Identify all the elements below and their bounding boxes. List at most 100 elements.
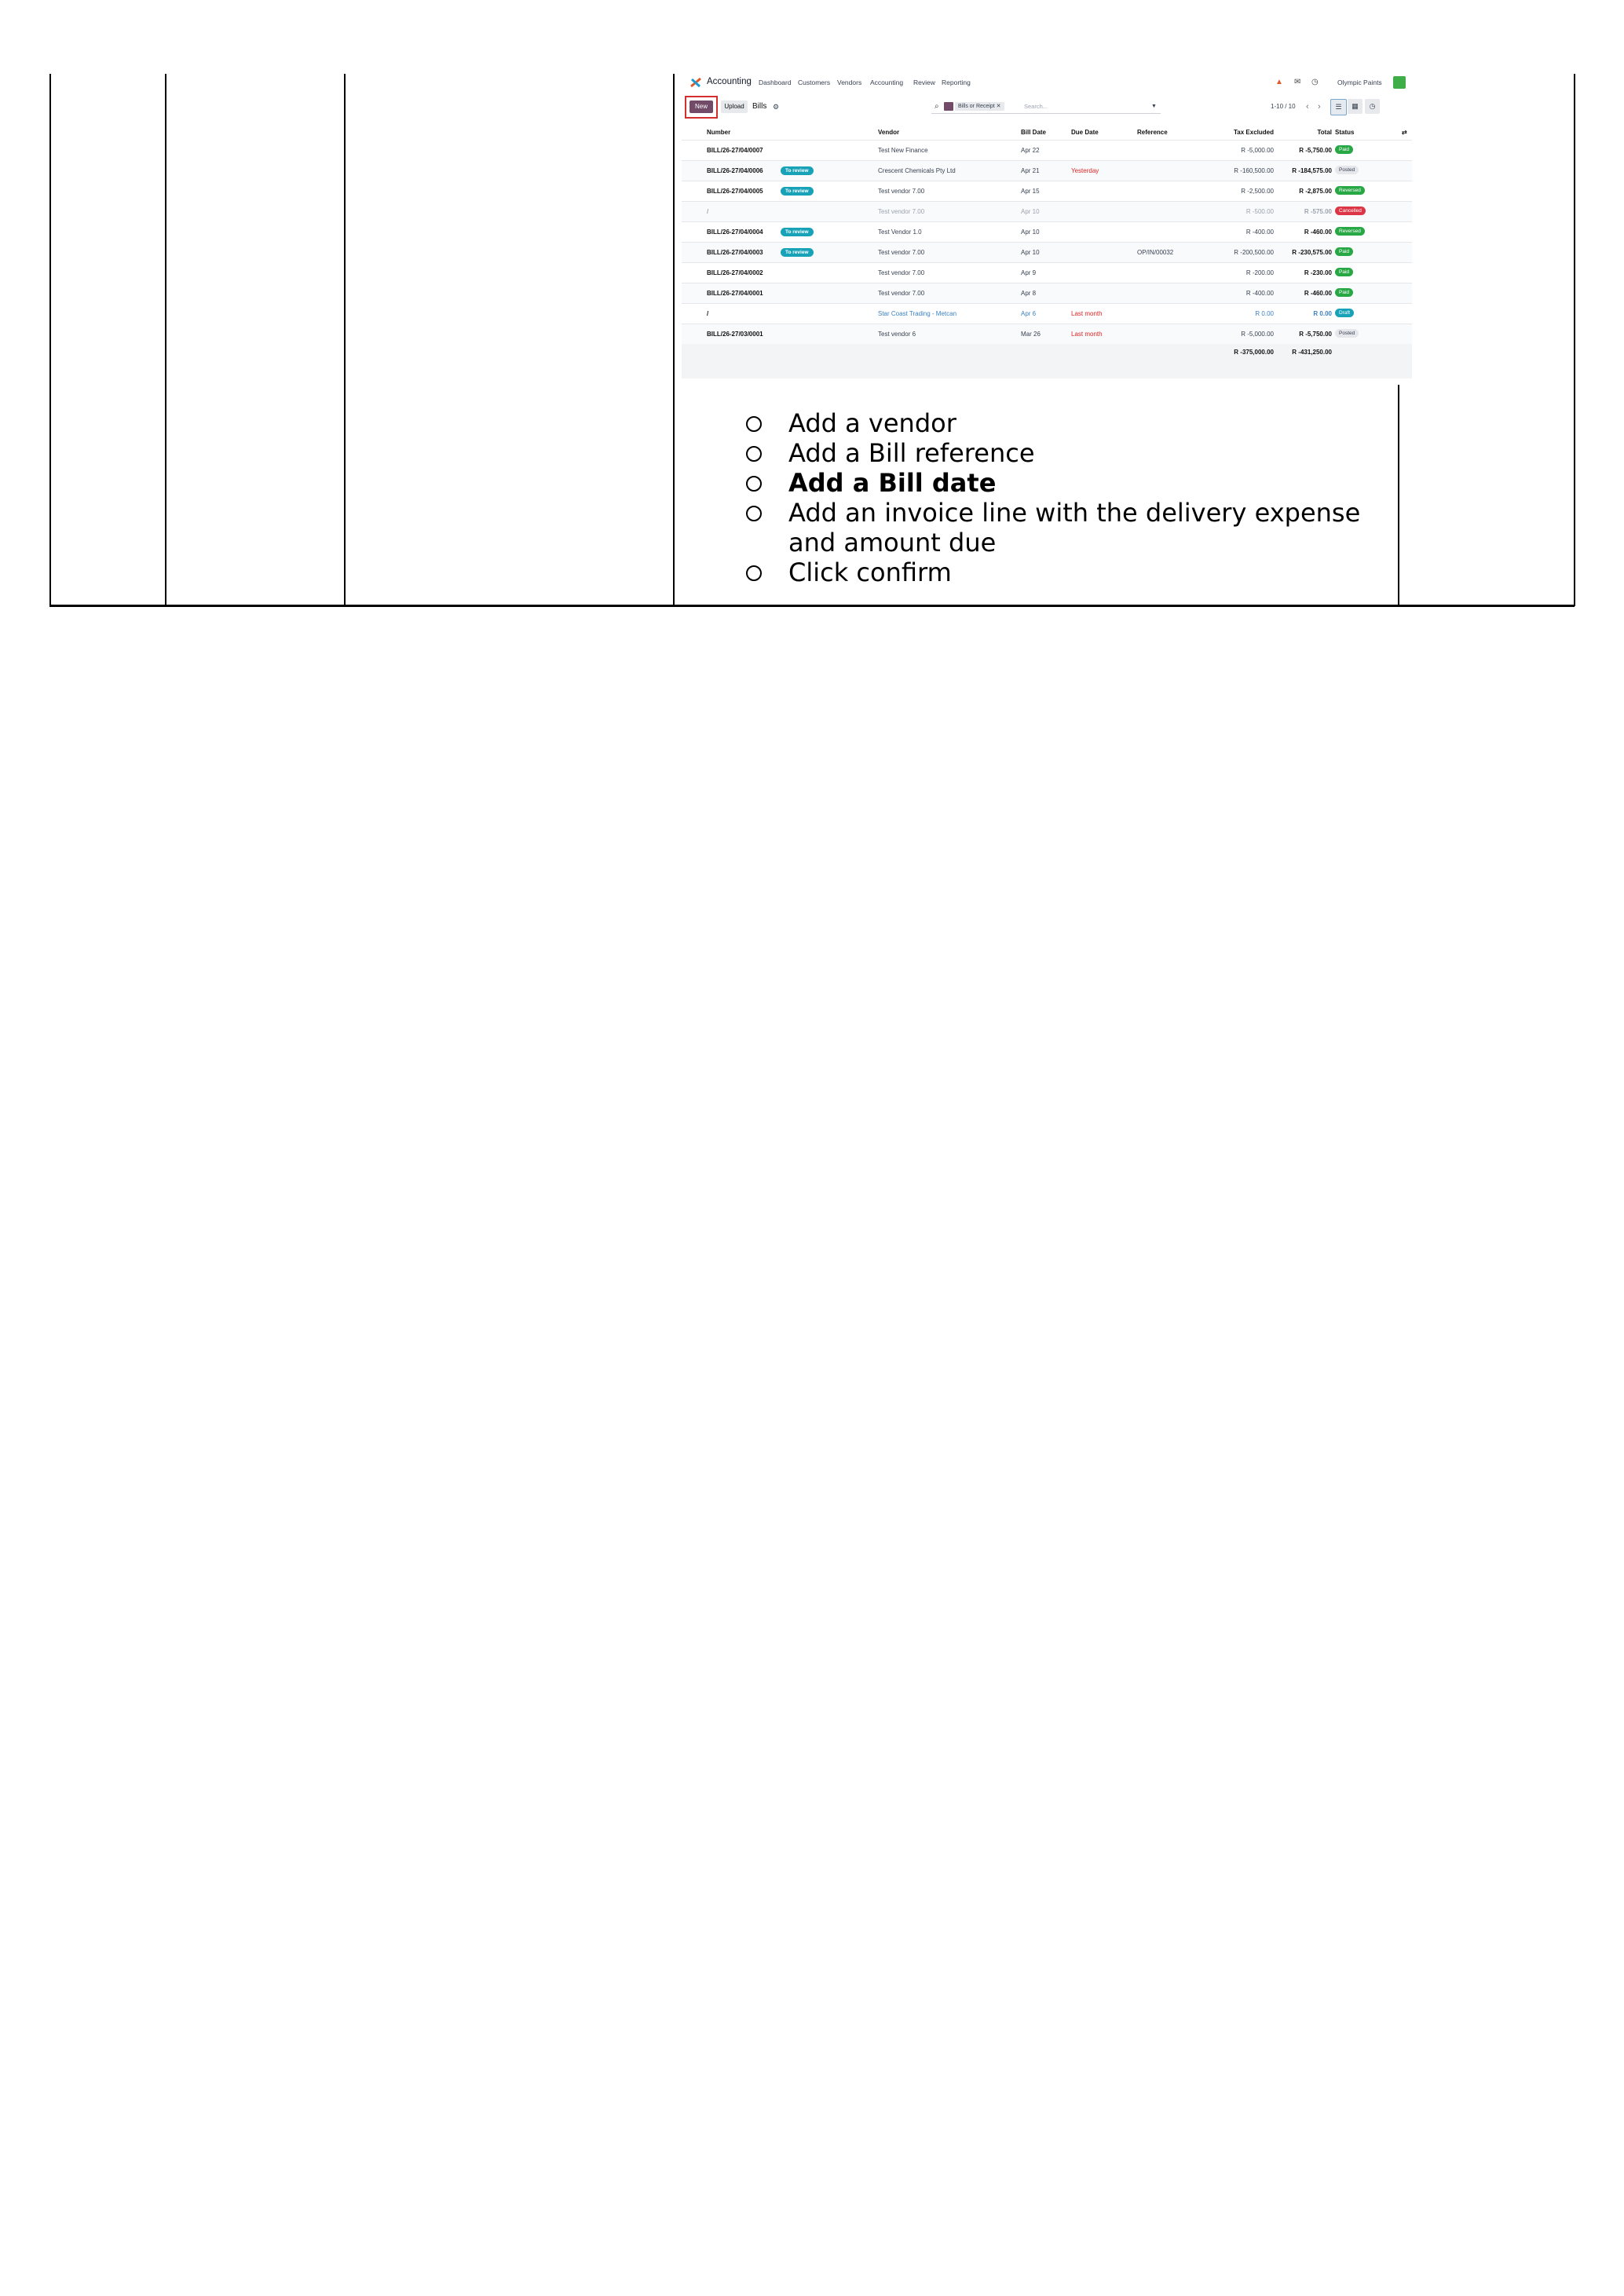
to-review-badge: To review [781, 166, 814, 175]
col-bill-date[interactable]: Bill Date [1021, 129, 1046, 136]
menu-accounting[interactable]: Accounting [870, 79, 903, 86]
table-border-bottom [49, 605, 1575, 607]
total: R -184,575.00 [1292, 167, 1332, 174]
reference: OP/IN/00032 [1137, 249, 1174, 256]
top-navbar: Accounting Dashboard Customers Vendors A… [682, 74, 1412, 91]
total: R -230,575.00 [1292, 249, 1332, 256]
due-date: Last month [1071, 310, 1103, 317]
menu-review[interactable]: Review [913, 79, 935, 86]
table-row[interactable]: BILL/26-27/04/0003 To review Test vendor 7… [682, 242, 1412, 263]
col-number[interactable]: Number [707, 129, 730, 136]
due-date: Last month [1071, 331, 1103, 338]
table-border-right [1574, 74, 1575, 606]
bill-number: BILL/26-27/03/0001 [707, 331, 763, 338]
tax-excluded: R -160,500.00 [1234, 167, 1274, 174]
activity-clock-icon[interactable]: ◷ [1311, 78, 1319, 86]
table-row[interactable]: BILL/26-27/04/0002 Test vendor 7.00 Apr 9 R… [682, 262, 1412, 283]
search-input[interactable]: Search... [1024, 100, 1048, 113]
col-tax-excluded[interactable]: Tax Excluded [1234, 129, 1274, 136]
total: R -575.00 [1304, 208, 1332, 215]
total: R -2,875.00 [1299, 188, 1332, 195]
tax-excluded: R -5,000.00 [1241, 331, 1274, 338]
total: R -5,750.00 [1299, 331, 1332, 338]
upload-button[interactable]: Upload [721, 101, 748, 113]
bill-date: Apr 10 [1021, 208, 1040, 215]
control-panel: New Upload Bills ⚙ ⌕ Bills or Receipt ✕ … [682, 94, 1412, 119]
table-row[interactable]: BILL/26-27/04/0007 Test New Finance Apr 22… [682, 140, 1412, 161]
table-row[interactable]: BILL/26-27/04/0006 To review Crescent Chem… [682, 160, 1412, 181]
bill-number: BILL/26-27/04/0001 [707, 290, 763, 297]
bill-number: BILL/26-27/04/0006 To review [707, 166, 814, 175]
col-status[interactable]: Status [1335, 129, 1354, 136]
menu-customers[interactable]: Customers [798, 79, 830, 86]
table-row[interactable]: / Test vendor 7.00 Apr 10 R -500.00 R -575.0… [682, 201, 1412, 222]
activity-view-button[interactable]: ◷ [1365, 99, 1380, 114]
step-text: Add a Bill date [788, 468, 997, 498]
bill-date: Apr 22 [1021, 147, 1040, 154]
kanban-view-button[interactable]: ▦ [1348, 99, 1362, 114]
menu-reporting[interactable]: Reporting [942, 79, 971, 86]
table-row[interactable]: BILL/26-27/04/0001 Test vendor 7.00 Apr 8 R… [682, 283, 1412, 304]
messages-icon[interactable]: ✉ [1294, 78, 1300, 86]
avatar[interactable] [1393, 76, 1406, 89]
column-settings-icon[interactable]: ⇄ [1402, 129, 1407, 136]
search-facet[interactable]: Bills or Receipt ✕ [955, 102, 1004, 111]
bill-date: Apr 21 [1021, 167, 1040, 174]
step-text: Add a Bill reference [788, 438, 1035, 468]
total-total: R -431,250.00 [1292, 349, 1332, 356]
status-badge: Posted [1335, 329, 1359, 338]
status-badge: Paid [1335, 247, 1354, 256]
status-badge: Posted [1335, 166, 1359, 174]
tax-excluded: R -2,500.00 [1241, 188, 1274, 195]
bill-number: BILL/26-27/04/0002 [707, 269, 763, 276]
to-review-badge: To review [781, 187, 814, 196]
search-bar[interactable]: ⌕ Bills or Receipt ✕ Search... ▼ [931, 100, 1161, 114]
app-name[interactable]: Accounting [707, 77, 752, 86]
company-name[interactable]: Olympic Paints [1337, 79, 1382, 86]
total: R -460.00 [1304, 290, 1332, 297]
total: R -230.00 [1304, 269, 1332, 276]
menu-dashboard[interactable]: Dashboard [759, 79, 792, 86]
pager-previous-icon[interactable]: ‹ [1306, 101, 1309, 113]
status-badge: Reversed [1335, 186, 1365, 195]
status-badge: Paid [1335, 268, 1354, 276]
col-due-date[interactable]: Due Date [1071, 129, 1099, 136]
table-row[interactable]: BILL/26-27/03/0001 Test vendor 6 Mar 26 Las… [682, 324, 1412, 345]
search-dropdown-icon[interactable]: ▼ [1151, 100, 1157, 113]
col-total[interactable]: Total [1317, 129, 1332, 136]
menu-vendors[interactable]: Vendors [837, 79, 861, 86]
due-date: Yesterday [1071, 167, 1099, 174]
bill-date: Apr 10 [1021, 229, 1040, 236]
bill-number: / [707, 310, 709, 317]
vendor-name: Crescent Chemicals Pty Ltd [878, 167, 956, 174]
pager-value[interactable]: 1-10 / 10 [1271, 101, 1296, 113]
bullet-circle-icon [746, 476, 762, 492]
col-vendor[interactable]: Vendor [878, 129, 899, 136]
vendor-name: Test vendor 7.00 [878, 269, 925, 276]
tax-excluded: R -400.00 [1245, 229, 1274, 236]
pager-next-icon[interactable]: › [1318, 101, 1321, 113]
table-row[interactable]: / Star Coast Trading - Metcan Apr 6 Last mo… [682, 303, 1412, 324]
vendor-name: Test vendor 7.00 [878, 208, 925, 215]
status-badge: Paid [1335, 288, 1354, 297]
table-header: Number Vendor Bill Date Due Date Referen… [682, 126, 1412, 140]
table-column-divider [165, 74, 166, 606]
gear-icon[interactable]: ⚙ [773, 101, 779, 113]
ai-icon[interactable]: ▲ [1275, 78, 1283, 86]
bullet-circle-icon [746, 446, 762, 462]
vendor-name: Test vendor 7.00 [878, 290, 925, 297]
bullet-circle-icon [746, 416, 762, 432]
totals-row: R -375,000.00 R -431,250.00 [682, 344, 1412, 378]
search-icon[interactable]: ⌕ [935, 100, 939, 113]
list-view-button[interactable]: ☰ [1330, 99, 1347, 115]
bill-number: BILL/26-27/04/0004 To review [707, 228, 814, 236]
col-reference[interactable]: Reference [1137, 129, 1168, 136]
vendor-name: Test Vendor 1.0 [878, 229, 922, 236]
table-row[interactable]: BILL/26-27/04/0005 To review Test vendor 7… [682, 181, 1412, 202]
tax-excluded: R -200,500.00 [1234, 249, 1274, 256]
bullet-circle-icon [746, 506, 762, 521]
new-button[interactable]: New [689, 101, 713, 113]
table-row[interactable]: BILL/26-27/04/0004 To review Test Vendor 1… [682, 221, 1412, 243]
odoo-bills-screenshot: Accounting Dashboard Customers Vendors A… [682, 74, 1412, 385]
tax-excluded: R -5,000.00 [1241, 147, 1274, 154]
